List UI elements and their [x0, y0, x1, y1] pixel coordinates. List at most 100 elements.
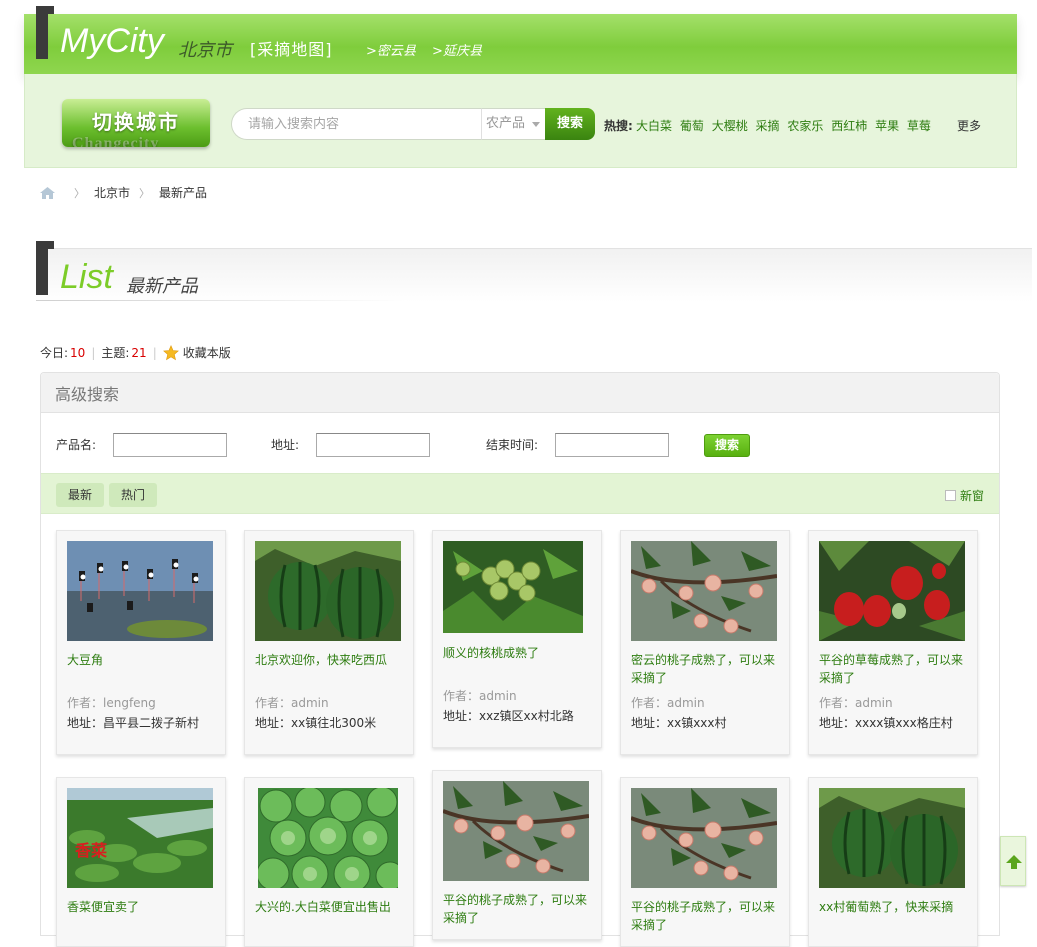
product-card[interactable]: 大豆角 作者：lengfeng 地址：昌平县二拨子新村	[56, 530, 226, 755]
forum-stats: 今日: 10 | 主题: 21 | 收藏本版	[40, 344, 231, 361]
product-photo[interactable]	[819, 788, 965, 888]
search-button[interactable]: 搜索	[545, 108, 595, 140]
list-divider	[36, 300, 406, 301]
coriander-photo: 香菜	[67, 788, 213, 888]
list-subtitle: 最新产品	[126, 276, 198, 297]
category-select[interactable]: 农产品	[481, 108, 547, 140]
stats-divider: |	[91, 345, 96, 360]
county-link-miyun[interactable]: >密云县	[366, 44, 416, 59]
favorite-link[interactable]: 收藏本版	[183, 344, 231, 361]
today-count: 10	[70, 345, 86, 360]
hot-search-list: 大白菜 葡萄 大樱桃 采摘 农家乐 西红柿 苹果 草莓	[636, 117, 935, 134]
search-box	[231, 108, 481, 140]
new-window-checkbox[interactable]	[944, 490, 956, 501]
sort-tabs: 最新 热门 新窗	[41, 474, 999, 514]
peach-photo	[631, 541, 777, 641]
product-title[interactable]: 香菜便宜卖了	[67, 898, 219, 916]
product-address: 地址：昌平县二拨子新村	[67, 716, 200, 730]
arrow-up-icon	[1006, 855, 1022, 869]
product-title[interactable]: 平谷的桃子成熟了，可以来采摘了	[631, 898, 783, 934]
product-title[interactable]: 大兴的.大白菜便宜出售出	[255, 898, 407, 916]
end-time-input[interactable]	[555, 433, 669, 457]
product-card[interactable]: 密云的桃子成熟了，可以来采摘了 作者：admin 地址：xx镇xxx村	[620, 530, 790, 755]
product-address: 地址：xxxx镇xxx格庄村	[819, 716, 953, 730]
switch-city-button[interactable]: Changecity 切换城市	[62, 99, 210, 147]
product-card[interactable]: 平谷的草莓成熟了，可以来采摘了 作者：admin 地址：xxxx镇xxx格庄村	[808, 530, 978, 755]
list-title: List	[60, 258, 113, 296]
advanced-search-form: 产品名: 地址: 结束时间: 搜索	[41, 413, 999, 474]
pick-map-link[interactable]: [采摘地图]	[250, 36, 333, 60]
peach-photo	[443, 781, 589, 881]
watermelon-photo	[819, 788, 965, 888]
product-card[interactable]: 平谷的桃子成熟了，可以来采摘了	[432, 770, 602, 940]
product-name-label: 产品名:	[56, 438, 97, 452]
product-author: 作者：admin	[443, 689, 517, 703]
birds-photo	[67, 541, 213, 641]
home-icon[interactable]	[40, 186, 55, 199]
address-input[interactable]	[316, 433, 430, 457]
county-link-yanqing[interactable]: >延庆县	[432, 44, 482, 59]
product-title[interactable]: 平谷的草莓成熟了，可以来采摘了	[819, 651, 971, 687]
product-photo[interactable]	[443, 781, 589, 881]
stats-divider: |	[152, 345, 157, 360]
product-photo[interactable]	[631, 541, 777, 641]
product-title[interactable]: 北京欢迎你，快来吃西瓜	[255, 651, 407, 669]
advanced-search-title: 高级搜索	[41, 373, 999, 413]
peach-photo	[631, 788, 777, 888]
product-photo[interactable]: 香菜	[67, 788, 213, 888]
hot-term[interactable]: 大樱桃	[712, 119, 748, 133]
topics-count: 21	[131, 345, 147, 360]
search-input[interactable]	[248, 109, 478, 139]
walnut-photo	[443, 541, 583, 633]
product-card[interactable]: 北京欢迎你，快来吃西瓜 作者：admin 地址：xx镇往北300米	[244, 530, 414, 755]
product-author: 作者：admin	[819, 696, 893, 710]
header-flag-marker	[36, 6, 54, 59]
hot-term[interactable]: 西红柿	[831, 119, 867, 133]
product-address: 地址：xx镇往北300米	[255, 716, 377, 730]
chevron-down-icon	[532, 122, 540, 127]
product-title[interactable]: 平谷的桃子成熟了，可以来采摘了	[443, 891, 595, 927]
product-card[interactable]: xx村葡萄熟了，快来采摘	[808, 777, 978, 947]
breadcrumb-separator: 〉	[139, 186, 151, 200]
product-address: 地址：xx镇xxx村	[631, 716, 727, 730]
product-author: 作者：lengfeng	[67, 696, 156, 710]
address-label: 地址:	[271, 438, 300, 452]
breadcrumb-item-city[interactable]: 北京市	[94, 184, 130, 201]
new-window-toggle[interactable]: 新窗	[944, 487, 984, 504]
product-title[interactable]: 大豆角	[67, 651, 219, 669]
site-logo[interactable]: MyCity	[60, 22, 164, 61]
star-icon[interactable]	[162, 344, 179, 361]
more-link[interactable]: 更多	[957, 117, 981, 134]
product-photo[interactable]	[631, 788, 777, 888]
hot-term[interactable]: 草莓	[907, 119, 931, 133]
product-card[interactable]: 香菜 香菜便宜卖了	[56, 777, 226, 947]
product-card[interactable]: 大兴的.大白菜便宜出售出	[244, 777, 414, 947]
back-to-top-button[interactable]	[1000, 836, 1026, 886]
hot-term[interactable]: 采摘	[756, 119, 780, 133]
product-title[interactable]: xx村葡萄熟了，快来采摘	[819, 898, 971, 916]
tab-latest[interactable]: 最新	[56, 483, 105, 507]
product-photo[interactable]	[67, 541, 213, 641]
product-name-input[interactable]	[113, 433, 227, 457]
product-photo[interactable]	[258, 788, 398, 888]
product-card[interactable]: 平谷的桃子成熟了，可以来采摘了	[620, 777, 790, 947]
tab-popular[interactable]: 热门	[109, 483, 158, 507]
product-address: 地址：xxz镇区xx村北路	[443, 709, 574, 723]
advanced-search-button[interactable]: 搜索	[704, 434, 750, 457]
end-time-label: 结束时间:	[486, 438, 539, 452]
hot-term[interactable]: 农家乐	[787, 119, 823, 133]
hot-term[interactable]: 苹果	[875, 119, 899, 133]
cabbage-photo	[258, 788, 398, 888]
hot-term[interactable]: 葡萄	[680, 119, 704, 133]
header-band	[24, 14, 1017, 74]
current-city: 北京市	[178, 40, 232, 61]
product-photo[interactable]	[819, 541, 965, 641]
topics-label: 主题:	[101, 346, 130, 360]
product-photo[interactable]	[443, 541, 583, 633]
product-title[interactable]: 顺义的核桃成熟了	[443, 644, 595, 662]
product-title[interactable]: 密云的桃子成熟了，可以来采摘了	[631, 651, 783, 687]
product-card[interactable]: 顺义的核桃成熟了 作者：admin 地址：xxz镇区xx村北路	[432, 530, 602, 748]
new-window-label: 新窗	[959, 489, 984, 503]
product-photo[interactable]	[255, 541, 401, 641]
hot-term[interactable]: 大白菜	[636, 119, 672, 133]
